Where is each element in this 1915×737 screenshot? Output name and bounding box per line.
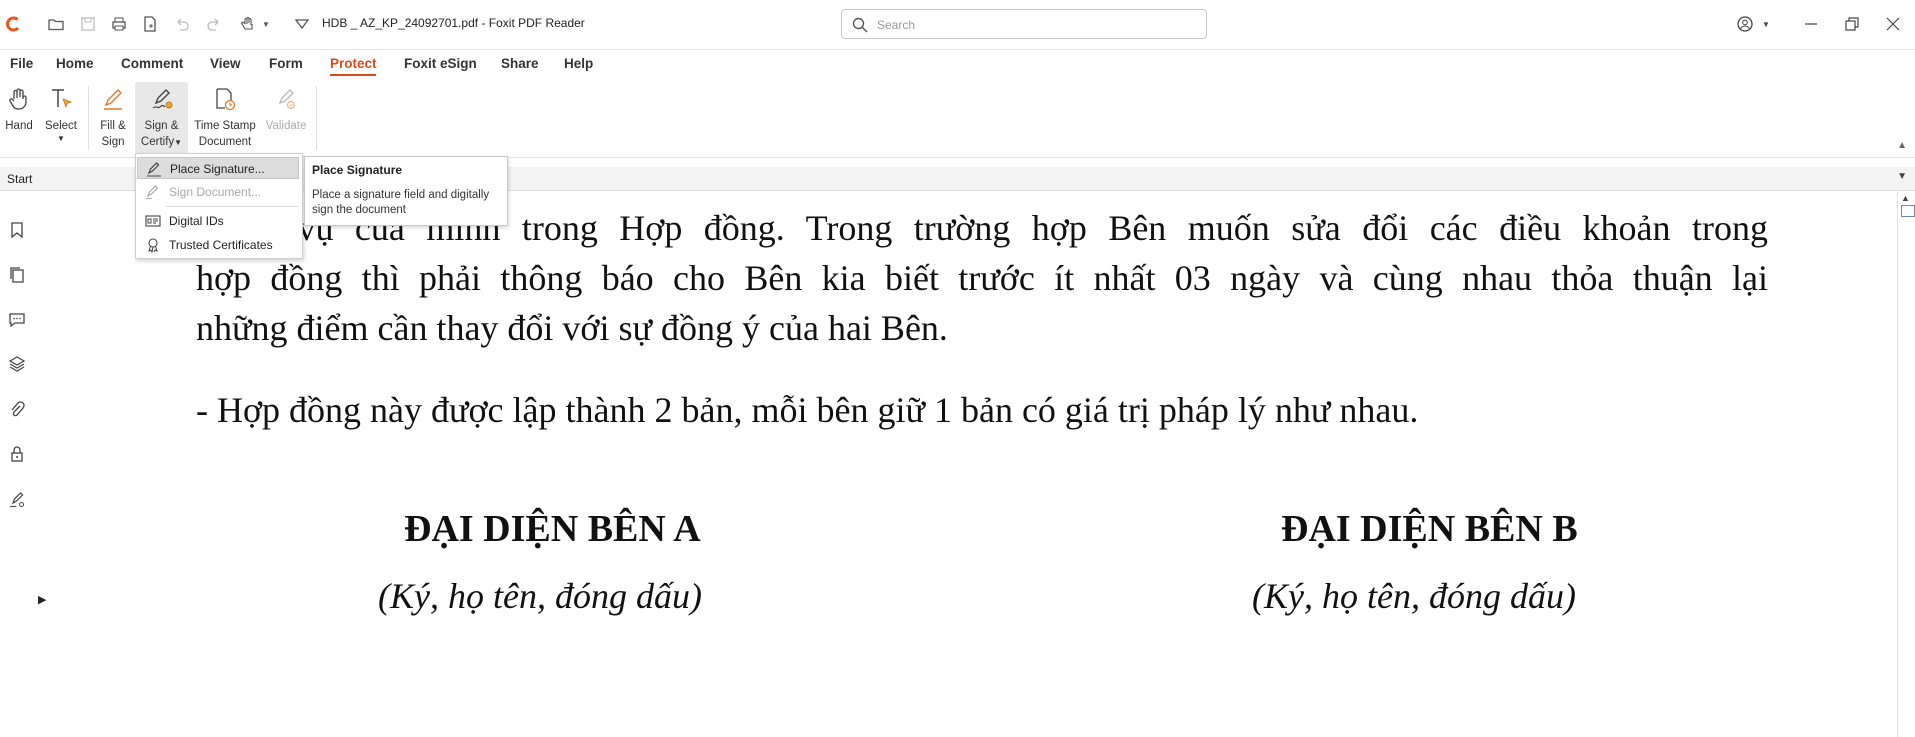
sign-document-label: Sign Document... (169, 185, 262, 199)
validate-label: Validate (265, 120, 307, 132)
fill-sign-label-1: Fill & (100, 120, 126, 132)
tab-start[interactable]: Start (7, 172, 32, 186)
print-icon[interactable] (109, 14, 129, 34)
document-line-4: - Hợp đồng này được lập thành 2 bản, mỗi… (196, 390, 1419, 430)
new-document-icon[interactable] (140, 14, 160, 34)
open-folder-icon[interactable] (46, 14, 66, 34)
party-b-heading: ĐẠI DIỆN BÊN B (1281, 508, 1578, 550)
menu-home[interactable]: Home (56, 56, 94, 71)
digital-ids-label: Digital IDs (169, 214, 224, 228)
sign-certify-icon (145, 82, 179, 116)
menu-view[interactable]: View (210, 56, 241, 71)
sign-certify-dropdown-menu: Place Signature... Sign Document... Digi… (135, 153, 303, 259)
restore-icon[interactable] (1840, 12, 1864, 36)
minimize-icon[interactable] (1799, 12, 1823, 36)
party-a-sign-note: (Ký, họ tên, đóng dấu) (378, 576, 702, 616)
window-title: HDB _ AZ_KP_24092701.pdf - Foxit PDF Rea… (322, 16, 585, 30)
hand-label: Hand (5, 120, 33, 132)
ribbon-separator (316, 86, 317, 150)
fill-sign-button[interactable]: Fill & Sign (94, 82, 132, 150)
expand-panel-icon[interactable]: ▶ (38, 593, 46, 606)
menu-bar: File Home Comment View Form Protect Foxi… (0, 50, 1915, 78)
digital-id-icon (145, 215, 161, 227)
title-bar: ▼ HDB _ AZ_KP_24092701.pdf - Foxit PDF R… (0, 0, 1915, 50)
search-input[interactable]: Search (841, 9, 1207, 39)
redo-icon[interactable] (204, 14, 224, 34)
document-line-3: những điểm cần thay đổi với sự đồng ý củ… (196, 308, 948, 348)
security-lock-icon[interactable] (6, 443, 28, 465)
right-strip-up-icon[interactable]: ▲ (1901, 193, 1910, 203)
comments-icon[interactable] (6, 308, 28, 330)
select-label: Select (45, 120, 77, 132)
ribbon-separator (88, 86, 89, 150)
foxit-logo-icon[interactable] (4, 14, 24, 34)
right-panel-toggle-icon[interactable] (1901, 205, 1915, 217)
trusted-certificates-label: Trusted Certificates (169, 238, 273, 252)
sidebar-expander: ▶ (34, 191, 57, 737)
sign-document-icon (145, 185, 159, 200)
save-icon[interactable] (78, 14, 98, 34)
right-panel-strip: ▲ (1897, 191, 1915, 737)
tooltip-description: Place a signature field and digitally si… (312, 189, 490, 216)
place-signature-icon (147, 162, 161, 177)
collapse-ribbon-icon[interactable]: ▲ (1897, 140, 1907, 151)
navigation-sidebar (0, 191, 33, 737)
tooltip-title: Place Signature (312, 163, 403, 177)
place-signature-tooltip: Place Signature Place a signature field … (304, 156, 508, 226)
validate-button[interactable]: Validate (262, 82, 310, 134)
menu-item-place-signature[interactable]: Place Signature... (137, 157, 299, 179)
menu-help[interactable]: Help (564, 56, 593, 71)
party-a-heading: ĐẠI DIỆN BÊN A (404, 508, 701, 550)
search-placeholder: Search (877, 18, 916, 32)
ribbon-toolbar: Hand Select ▼ Fill & Sign Sign & Certify… (0, 78, 1915, 158)
select-button[interactable]: Select ▼ (42, 82, 80, 144)
layers-icon[interactable] (6, 353, 28, 375)
select-text-icon (44, 82, 78, 116)
select-dropdown-icon[interactable]: ▼ (42, 134, 80, 144)
hand-tool-quick-icon[interactable] (238, 14, 258, 34)
menu-item-digital-ids[interactable]: Digital IDs (137, 210, 299, 232)
menu-foxit-esign[interactable]: Foxit eSign (404, 56, 477, 71)
timestamp-document-button[interactable]: Time Stamp Document (192, 82, 258, 150)
timestamp-label-2: Document (198, 136, 252, 148)
menu-item-sign-document[interactable]: Sign Document... (137, 181, 299, 203)
menu-form[interactable]: Form (269, 56, 303, 71)
fill-sign-label-2: Sign (101, 136, 125, 148)
timestamp-icon (208, 82, 242, 116)
certificate-icon (148, 238, 158, 253)
menu-separator (166, 206, 298, 207)
document-view[interactable]: nghĩa vụ của mình trong Hợp đồng. Trong … (56, 191, 1897, 737)
sign-certify-dropdown-icon[interactable]: ▼ (174, 138, 182, 147)
menu-file[interactable]: File (10, 56, 33, 71)
quick-tools-dropdown-icon[interactable]: ▼ (256, 14, 276, 34)
timestamp-label-1: Time Stamp (194, 120, 256, 132)
pages-thumbnail-icon[interactable] (6, 264, 28, 286)
sign-certify-button[interactable]: Sign & Certify▼ (135, 82, 188, 153)
account-dropdown-icon[interactable]: ▼ (1754, 12, 1778, 36)
hand-button[interactable]: Hand (2, 82, 36, 134)
customize-toolbar-icon[interactable] (292, 14, 312, 34)
menu-share[interactable]: Share (501, 56, 539, 71)
tab-list-dropdown-icon[interactable]: ▼ (1897, 171, 1907, 182)
menu-protect[interactable]: Protect (330, 56, 377, 71)
attachments-icon[interactable] (6, 398, 28, 420)
menu-comment[interactable]: Comment (121, 56, 183, 71)
menu-item-trusted-certificates[interactable]: Trusted Certificates (137, 234, 299, 256)
sign-certify-label-2: Certify (140, 136, 175, 148)
undo-icon[interactable] (172, 14, 192, 34)
sign-certify-label-1: Sign & (144, 120, 179, 132)
bookmark-icon[interactable] (6, 219, 28, 241)
search-icon (852, 17, 868, 33)
document-line-2: hợp đồng thì phải thông báo cho Bên kia … (196, 258, 1768, 298)
hand-icon (2, 82, 36, 116)
party-b-sign-note: (Ký, họ tên, đóng dấu) (1252, 576, 1576, 616)
active-menu-indicator (330, 74, 376, 76)
validate-icon (269, 82, 303, 116)
close-icon[interactable] (1881, 12, 1905, 36)
fill-sign-pen-icon (96, 82, 130, 116)
place-signature-label: Place Signature... (170, 162, 265, 176)
signatures-panel-icon[interactable] (6, 489, 28, 511)
